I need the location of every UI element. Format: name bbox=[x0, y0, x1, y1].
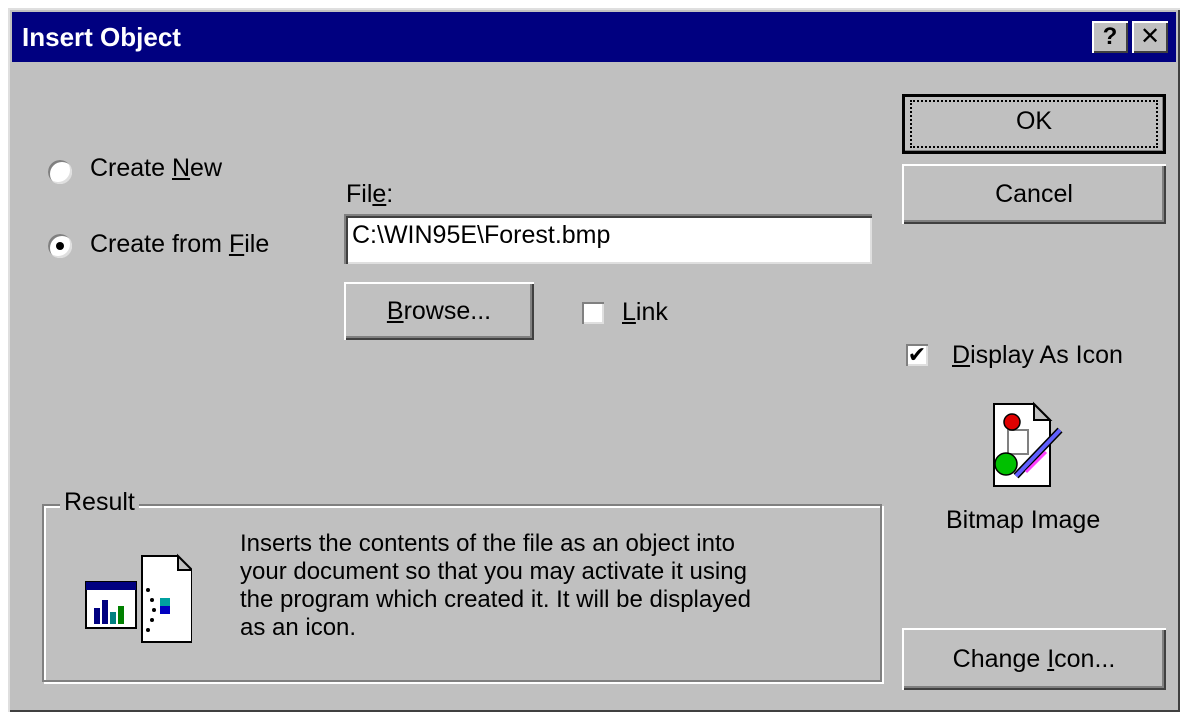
focus-rectangle bbox=[910, 100, 1158, 148]
insert-object-dialog: Insert Object ? ✕ Create New Create from… bbox=[8, 8, 1180, 712]
display-as-icon-checkbox[interactable]: ✔ bbox=[906, 344, 928, 366]
cancel-button[interactable]: Cancel bbox=[902, 164, 1166, 224]
create-from-file-radio[interactable] bbox=[48, 234, 72, 258]
result-illustration-icon bbox=[82, 550, 195, 650]
close-button[interactable]: ✕ bbox=[1132, 21, 1168, 53]
title-bar[interactable]: Insert Object ? ✕ bbox=[12, 12, 1176, 62]
help-button[interactable]: ? bbox=[1092, 21, 1128, 53]
bitmap-image-icon bbox=[986, 400, 1066, 490]
result-legend: Result bbox=[60, 488, 139, 517]
file-path-input[interactable]: C:\WIN95E\Forest.bmp bbox=[344, 214, 872, 264]
radio-selected-dot bbox=[56, 242, 64, 250]
result-line: your document so that you may activate i… bbox=[240, 558, 747, 585]
file-label: File: bbox=[346, 180, 394, 208]
create-new-label[interactable]: Create New bbox=[90, 154, 222, 183]
browse-button[interactable]: Browse... bbox=[344, 282, 534, 340]
change-icon-button[interactable]: Change Icon... bbox=[902, 628, 1166, 690]
ok-button[interactable]: OK bbox=[902, 94, 1166, 154]
display-as-icon-label[interactable]: Display As Icon bbox=[952, 341, 1123, 370]
result-line: the program which created it. It will be… bbox=[240, 586, 751, 613]
result-line: Inserts the contents of the file as an o… bbox=[240, 530, 735, 557]
result-description: Inserts the contents of the file as an o… bbox=[240, 530, 860, 642]
icon-caption: Bitmap Image bbox=[946, 506, 1101, 534]
dialog-title: Insert Object bbox=[22, 22, 181, 52]
create-from-file-label[interactable]: Create from File bbox=[90, 230, 269, 259]
result-groupbox: Result Inserts the contents of the file … bbox=[42, 488, 882, 682]
link-label[interactable]: Link bbox=[622, 298, 668, 327]
result-line: as an icon. bbox=[240, 614, 357, 641]
link-checkbox[interactable] bbox=[582, 302, 604, 324]
create-new-radio[interactable] bbox=[48, 160, 72, 184]
